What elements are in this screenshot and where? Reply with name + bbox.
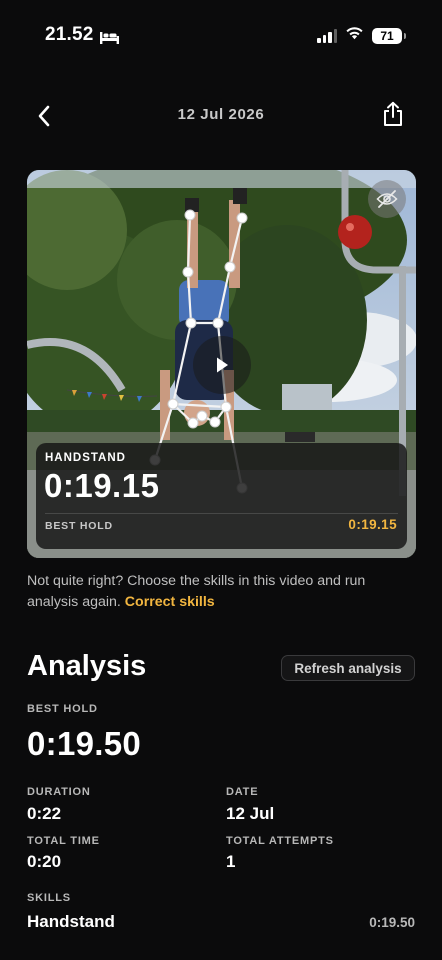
date-label: DATE <box>226 786 259 798</box>
nav-bar: 12 Jul 2026 <box>0 92 442 136</box>
video-player[interactable]: HANDSTAND 0:19.15 BEST HOLD 0:19.15 <box>27 170 416 558</box>
status-bar: 21.52 71 <box>0 0 442 70</box>
overlay-skill-name: HANDSTAND <box>45 452 126 464</box>
analysis-heading: Analysis <box>27 650 147 682</box>
status-indicators: 71 <box>317 26 406 45</box>
status-time: 21.52 <box>45 24 119 46</box>
duration-label: DURATION <box>27 786 91 798</box>
total-attempts-value: 1 <box>226 852 236 871</box>
hold-overlay: HANDSTAND 0:19.15 BEST HOLD 0:19.15 <box>36 443 407 549</box>
best-hold-label: BEST HOLD <box>27 703 98 715</box>
signal-icon <box>317 28 337 43</box>
duration-value: 0:22 <box>27 804 62 823</box>
page-title: 12 Jul 2026 <box>177 106 265 123</box>
total-time-value: 0:20 <box>27 852 62 871</box>
status-time-text: 21.52 <box>45 24 94 45</box>
share-icon <box>384 101 402 126</box>
correct-skills-link[interactable]: Correct skills <box>125 594 215 610</box>
refresh-analysis-button[interactable]: Refresh analysis <box>281 655 415 681</box>
overlay-divider <box>45 513 398 514</box>
wifi-icon <box>345 26 364 45</box>
total-time-label: TOTAL TIME <box>27 835 100 847</box>
session-detail-screen: 21.52 71 12 Jul 2026 HANDSTAND 0:19.15 B… <box>0 0 442 960</box>
play-icon <box>217 357 228 373</box>
battery-level: 71 <box>380 28 394 43</box>
skills-label: SKILLS <box>27 892 71 904</box>
skill-name: Handstand <box>27 912 115 931</box>
skill-best-time: 0:19.50 <box>369 915 415 930</box>
battery-icon: 71 <box>372 27 406 44</box>
play-button[interactable] <box>193 336 251 394</box>
date-value: 12 Jul <box>226 804 275 823</box>
overlay-best-hold-value: 0:19.15 <box>348 517 397 532</box>
correction-hint: Not quite right? Choose the skills in th… <box>27 571 417 613</box>
bed-icon <box>99 28 119 44</box>
overlay-hold-time: 0:19.15 <box>44 467 160 504</box>
best-hold-value: 0:19.50 <box>27 725 142 762</box>
eye-slash-icon <box>376 190 398 208</box>
share-button[interactable] <box>380 100 406 128</box>
hide-skeleton-button[interactable] <box>368 180 406 218</box>
total-attempts-label: TOTAL ATTEMPTS <box>226 835 334 847</box>
overlay-best-hold-label: BEST HOLD <box>45 520 113 532</box>
